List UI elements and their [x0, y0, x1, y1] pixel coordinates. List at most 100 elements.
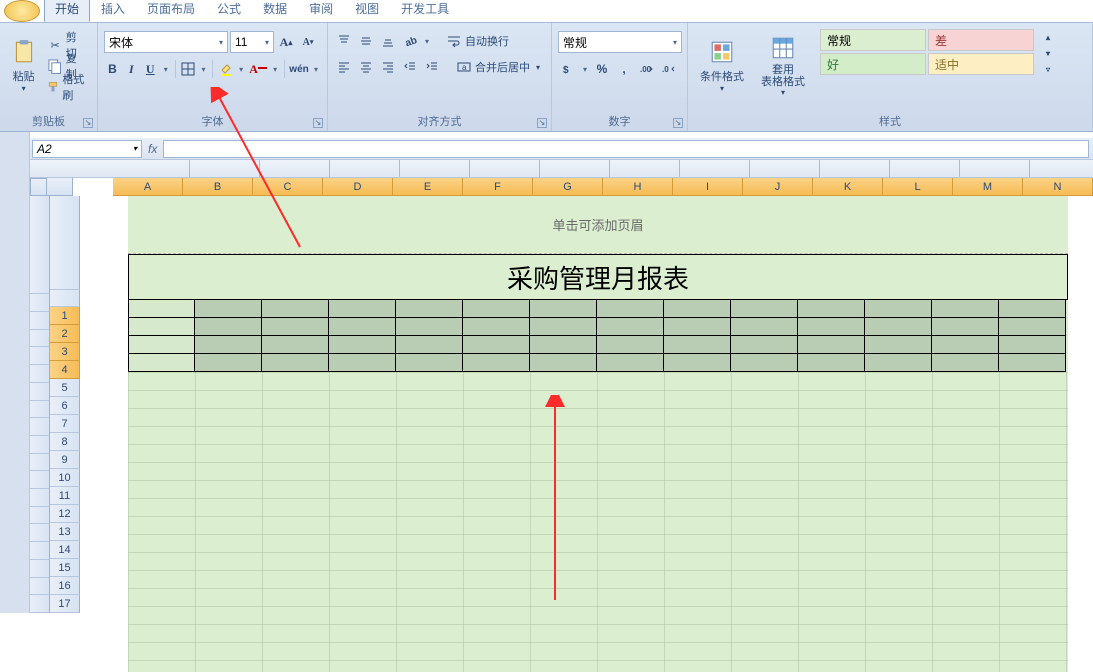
shrink-font-button[interactable]: A▾ — [298, 32, 318, 52]
table-cell[interactable] — [932, 300, 999, 318]
styles-gallery-open[interactable]: ▿ — [1038, 61, 1058, 77]
number-dialog-launcher[interactable]: ↘ — [673, 118, 683, 128]
col-header-H[interactable]: H — [603, 178, 673, 196]
row-header-outer-3[interactable] — [30, 347, 50, 365]
table-cell[interactable] — [396, 354, 463, 372]
row-header-7[interactable]: 7 — [50, 415, 80, 433]
format-painter-button[interactable]: 格式刷 — [43, 77, 91, 97]
row-header-outer-1[interactable] — [30, 312, 50, 330]
col-header-F[interactable]: F — [463, 178, 533, 196]
page-header-placeholder[interactable]: 单击可添加页眉 — [128, 196, 1068, 254]
row-header-8[interactable]: 8 — [50, 433, 80, 451]
table-cell[interactable] — [463, 300, 530, 318]
table-cell[interactable] — [664, 318, 731, 336]
row-header-outer-8[interactable] — [30, 436, 50, 454]
percent-button[interactable]: % — [592, 59, 612, 79]
row-header-outer-6[interactable] — [30, 401, 50, 419]
row-header-outer-12[interactable] — [30, 507, 50, 525]
wrap-text-button[interactable]: 自动换行 — [442, 31, 513, 51]
comma-button[interactable]: , — [614, 59, 634, 79]
borders-dropdown[interactable]: ▾ — [198, 65, 208, 74]
row-header-9[interactable]: 9 — [50, 451, 80, 469]
table-cell[interactable] — [530, 318, 597, 336]
table-cell[interactable] — [262, 354, 329, 372]
table-cell[interactable] — [865, 300, 932, 318]
table-cell[interactable] — [195, 354, 262, 372]
row-header-outer-4[interactable] — [30, 365, 50, 383]
clipboard-dialog-launcher[interactable]: ↘ — [83, 118, 93, 128]
currency-dropdown[interactable]: ▾ — [580, 65, 590, 74]
row-header-10[interactable]: 10 — [50, 469, 80, 487]
col-header-D[interactable]: D — [323, 178, 393, 196]
font-name-combo[interactable]: 宋体▾ — [104, 31, 228, 53]
table-cell[interactable] — [597, 354, 664, 372]
row-header-6[interactable]: 6 — [50, 397, 80, 415]
table-cell[interactable] — [865, 318, 932, 336]
align-right-button[interactable] — [378, 57, 398, 77]
table-cell[interactable] — [195, 300, 262, 318]
tab-start[interactable]: 开始 — [44, 0, 90, 22]
increase-decimal-button[interactable]: .00 — [636, 59, 656, 79]
table-cell[interactable] — [798, 318, 865, 336]
col-header-J[interactable]: J — [743, 178, 813, 196]
tab-review[interactable]: 审阅 — [298, 0, 344, 22]
table-cell[interactable] — [865, 336, 932, 354]
borders-button[interactable] — [180, 59, 197, 79]
grow-font-button[interactable]: A▴ — [276, 32, 296, 52]
col-header-C[interactable]: C — [253, 178, 323, 196]
select-all-corner-1[interactable] — [30, 178, 47, 196]
table-cell[interactable] — [798, 300, 865, 318]
row-header-outer-7[interactable] — [30, 418, 50, 436]
col-header-G[interactable]: G — [533, 178, 603, 196]
table-cell[interactable] — [329, 354, 396, 372]
table-cell[interactable] — [396, 318, 463, 336]
table-cell[interactable] — [195, 336, 262, 354]
tab-data[interactable]: 数据 — [252, 0, 298, 22]
table-cell[interactable] — [731, 354, 798, 372]
row-header-outer-16[interactable] — [30, 578, 50, 596]
number-format-combo[interactable]: 常规▾ — [558, 31, 682, 53]
table-cell[interactable] — [195, 318, 262, 336]
decrease-indent-button[interactable] — [400, 57, 420, 77]
office-button[interactable] — [4, 0, 40, 22]
select-all-corner-2[interactable] — [47, 178, 72, 196]
align-top-button[interactable] — [334, 31, 354, 51]
table-cell[interactable] — [597, 318, 664, 336]
table-cell[interactable] — [463, 336, 530, 354]
row-header-outer-2[interactable] — [30, 330, 50, 348]
row-header-outer-15[interactable] — [30, 560, 50, 578]
table-cell[interactable] — [262, 336, 329, 354]
font-dialog-launcher[interactable]: ↘ — [313, 118, 323, 128]
table-cell[interactable] — [664, 354, 731, 372]
tab-layout[interactable]: 页面布局 — [136, 0, 206, 22]
table-cell[interactable] — [128, 300, 195, 318]
tab-dev[interactable]: 开发工具 — [390, 0, 460, 22]
align-middle-button[interactable] — [356, 31, 376, 51]
align-bottom-button[interactable] — [378, 31, 398, 51]
underline-dropdown[interactable]: ▾ — [161, 65, 171, 74]
tab-insert[interactable]: 插入 — [90, 0, 136, 22]
underline-button[interactable]: U — [142, 59, 159, 79]
table-cell[interactable] — [932, 318, 999, 336]
merge-center-button[interactable]: a合并后居中▾ — [452, 57, 544, 77]
col-header-M[interactable]: M — [953, 178, 1023, 196]
cell-style-normal[interactable]: 常规 — [820, 29, 926, 51]
row-header-2[interactable]: 2 — [50, 325, 80, 343]
table-cell[interactable] — [664, 336, 731, 354]
row-header-outer-10[interactable] — [30, 471, 50, 489]
table-cell[interactable] — [463, 354, 530, 372]
format-table-button[interactable]: 套用 表格格式▾ — [752, 29, 814, 103]
col-header-B[interactable]: B — [183, 178, 253, 196]
row-header-outer-9[interactable] — [30, 454, 50, 472]
row-header-5[interactable]: 5 — [50, 379, 80, 397]
decrease-decimal-button[interactable]: .0 — [658, 59, 678, 79]
table-cell[interactable] — [463, 318, 530, 336]
styles-scroll-down[interactable]: ▾ — [1038, 45, 1058, 61]
table-cell[interactable] — [731, 318, 798, 336]
row-header-outer-13[interactable] — [30, 524, 50, 542]
row-header-13[interactable]: 13 — [50, 523, 80, 541]
table-cell[interactable] — [262, 300, 329, 318]
page-body-grid[interactable] — [128, 372, 1068, 672]
cell-style-neutral[interactable]: 适中 — [928, 53, 1034, 75]
name-box[interactable]: A2▾ — [32, 140, 142, 158]
